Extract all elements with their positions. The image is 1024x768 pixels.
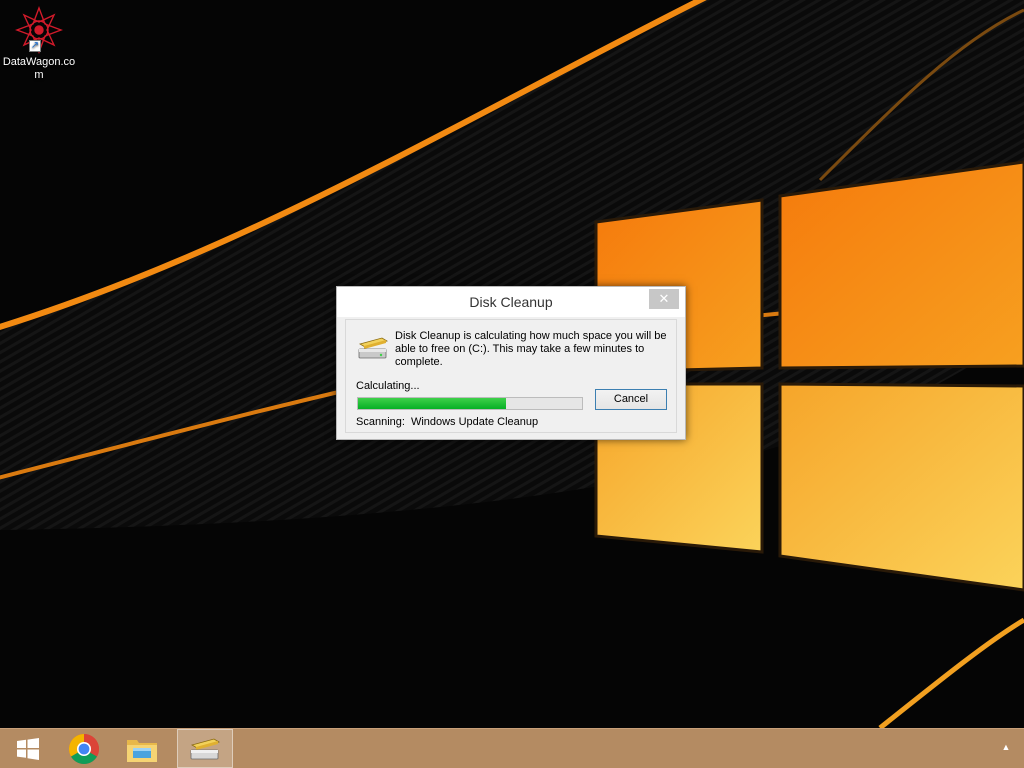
shortcut-label: DataWagon.com xyxy=(2,56,76,81)
cancel-button[interactable]: Cancel xyxy=(595,389,667,410)
progress-fill xyxy=(358,398,506,409)
scanning-line: Scanning: Windows Update Cleanup xyxy=(356,416,538,428)
status-text: Calculating... xyxy=(356,380,420,392)
drive-cleanup-icon xyxy=(358,337,389,359)
dialog-titlebar[interactable]: Disk Cleanup ✕ xyxy=(337,287,685,317)
scanning-target: Windows Update Cleanup xyxy=(410,416,539,428)
close-button[interactable]: ✕ xyxy=(649,289,679,309)
taskbar: ▲ xyxy=(0,728,1024,768)
disk-cleanup-icon xyxy=(190,738,221,759)
taskbar-item-disk-cleanup[interactable] xyxy=(177,729,233,768)
close-icon: ✕ xyxy=(658,291,670,306)
windows-start-icon xyxy=(17,737,39,760)
chevron-up-icon: ▲ xyxy=(1001,742,1011,752)
dialog-content: Disk Cleanup is calculating how much spa… xyxy=(345,319,677,433)
file-explorer-icon xyxy=(127,739,157,762)
start-button[interactable] xyxy=(0,729,56,768)
desktop-shortcut-datawagon[interactable]: ↗ DataWagon.com xyxy=(0,6,78,82)
disk-cleanup-dialog: Disk Cleanup ✕ Disk Cleanup is calculati… xyxy=(336,286,686,440)
progress-bar xyxy=(357,397,583,410)
chrome-icon xyxy=(68,733,100,764)
dialog-message: Disk Cleanup is calculating how much spa… xyxy=(395,330,667,368)
scanning-label: Scanning: xyxy=(356,416,405,428)
shortcut-arrow-icon: ↗ xyxy=(29,40,41,52)
taskbar-item-file-explorer[interactable] xyxy=(114,729,170,768)
dialog-title: Disk Cleanup xyxy=(469,294,553,310)
taskbar-item-chrome[interactable] xyxy=(56,729,112,768)
show-hidden-icons-button[interactable]: ▲ xyxy=(1000,741,1012,753)
